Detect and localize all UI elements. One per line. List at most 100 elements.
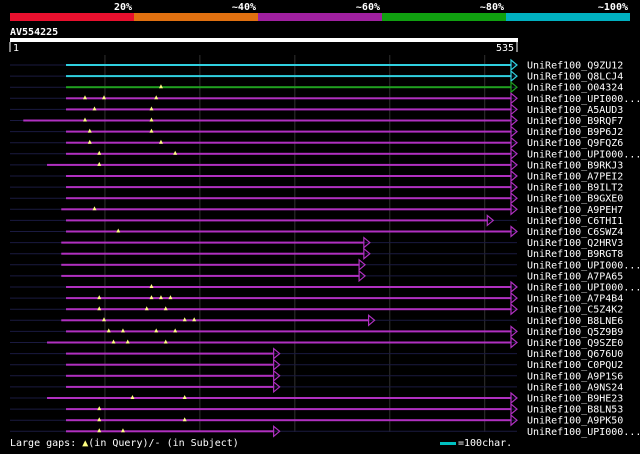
hit-row[interactable]: UniRef100_A7PA65 — [10, 269, 623, 283]
hit-row[interactable]: UniRef100_B9RKJ3 — [10, 158, 623, 172]
hit-label[interactable]: UniRef100_C6THI1 — [527, 216, 623, 227]
hit-bar[interactable] — [66, 186, 512, 189]
hit-label[interactable]: UniRef100_B9RGT8 — [527, 249, 623, 260]
hit-bar[interactable] — [61, 263, 360, 266]
legend-prefix: Large gaps: — [10, 438, 83, 449]
hit-bar[interactable] — [66, 175, 512, 177]
hit-row[interactable]: UniRef100_B9P6J2 — [10, 125, 623, 139]
hit-label[interactable]: UniRef100_UPI000... — [527, 283, 640, 294]
hit-label[interactable]: UniRef100_B9ILT2 — [527, 183, 623, 194]
hit-row[interactable]: UniRef100_A9PEH7 — [10, 203, 623, 216]
hit-row[interactable]: UniRef100_B9ILT2 — [10, 180, 623, 194]
hit-row[interactable]: UniRef100_C0PQU2 — [10, 358, 623, 372]
hit-row[interactable]: UniRef100_Q9FQZ6 — [10, 136, 623, 150]
hit-row[interactable]: UniRef100_C6SWZ4 — [10, 225, 623, 239]
hit-bar[interactable] — [66, 97, 512, 100]
hit-row[interactable]: UniRef100_B8LN53 — [10, 402, 623, 416]
hit-bar[interactable] — [47, 397, 512, 399]
hit-bar[interactable] — [66, 86, 512, 89]
hit-bar[interactable] — [66, 385, 274, 388]
hit-label[interactable]: UniRef100_A7PEI2 — [527, 172, 623, 183]
hit-bar[interactable] — [61, 319, 369, 322]
hit-bar[interactable] — [66, 330, 512, 333]
hit-label[interactable]: UniRef100_Q8LCJ4 — [527, 72, 623, 83]
hit-label[interactable]: UniRef100_B9GXE0 — [527, 194, 623, 205]
hit-row[interactable]: UniRef100_Q8LCJ4 — [10, 69, 623, 83]
hit-row[interactable]: UniRef100_Q5Z9B9 — [10, 325, 623, 338]
hit-bar[interactable] — [66, 64, 512, 66]
hit-label[interactable]: UniRef100_B8LNE6 — [527, 316, 623, 327]
hit-bar[interactable] — [66, 408, 512, 411]
hit-row[interactable]: UniRef100_C6THI1 — [10, 214, 623, 227]
hit-label[interactable]: UniRef100_B9P6J2 — [527, 127, 623, 138]
hit-row[interactable]: UniRef100_C5Z4K2 — [10, 302, 623, 316]
hit-bar[interactable] — [61, 252, 364, 255]
hit-bar[interactable] — [66, 297, 512, 300]
hit-row[interactable]: UniRef100_A5AUD3 — [10, 103, 623, 116]
hit-bar[interactable] — [66, 130, 512, 133]
hit-label[interactable]: UniRef100_Q2HRV3 — [527, 238, 623, 249]
hit-row[interactable]: UniRef100_A7PEI2 — [10, 169, 623, 183]
hit-label[interactable]: UniRef100_A9NS24 — [527, 382, 623, 393]
hit-row[interactable]: UniRef100_A9P1S6 — [10, 369, 623, 383]
hit-label[interactable]: UniRef100_Q9ZU12 — [527, 61, 623, 72]
hit-label[interactable]: UniRef100_UPI000... — [527, 260, 640, 271]
hit-label[interactable]: UniRef100_A7PA65 — [527, 271, 623, 282]
hit-label[interactable]: UniRef100_A5AUD3 — [527, 105, 623, 116]
hit-label[interactable]: UniRef100_UPI000... — [527, 427, 640, 438]
query-end-label: 535 — [496, 43, 514, 54]
hit-label[interactable]: UniRef100_B9HE23 — [527, 394, 623, 405]
hit-row[interactable]: UniRef100_B9RGT8 — [10, 247, 623, 261]
hit-label[interactable]: UniRef100_UPI000... — [527, 94, 640, 105]
hit-row[interactable]: UniRef100_O04324 — [10, 80, 623, 94]
hit-bar[interactable] — [66, 363, 274, 366]
hit-bar[interactable] — [47, 163, 512, 166]
hit-bar[interactable] — [66, 374, 274, 377]
hit-bar[interactable] — [66, 230, 512, 233]
hit-bar[interactable] — [66, 352, 274, 355]
hit-bar[interactable] — [61, 208, 512, 211]
hit-row[interactable]: UniRef100_B8LNE6 — [10, 314, 623, 327]
hit-label[interactable]: UniRef100_B9RKJ3 — [527, 160, 623, 171]
hit-label[interactable]: UniRef100_B9RQF7 — [527, 116, 623, 127]
hit-label[interactable]: UniRef100_Q9FQZ6 — [527, 138, 623, 149]
hit-label[interactable]: UniRef100_A7P4B4 — [527, 294, 623, 305]
hit-bar[interactable] — [66, 108, 512, 111]
hit-row[interactable]: UniRef100_B9GXE0 — [10, 191, 623, 205]
hit-bar[interactable] — [66, 141, 512, 144]
hit-row[interactable]: UniRef100_B9HE23 — [10, 391, 623, 405]
hit-label[interactable]: UniRef100_A9P1S6 — [527, 371, 623, 382]
hit-row[interactable]: UniRef100_A9PK50 — [10, 413, 623, 427]
hit-bar[interactable] — [66, 197, 512, 200]
hit-row[interactable]: UniRef100_Q9ZU12 — [10, 58, 623, 72]
hit-row[interactable]: UniRef100_A7P4B4 — [10, 291, 623, 305]
hit-bar[interactable] — [66, 219, 488, 222]
hit-bar[interactable] — [66, 286, 512, 288]
hit-label[interactable]: UniRef100_Q5Z9B9 — [527, 327, 623, 338]
hit-row[interactable]: UniRef100_B9RQF7 — [10, 114, 623, 128]
hit-bar[interactable] — [61, 241, 364, 244]
hit-label[interactable]: UniRef100_C6SWZ4 — [527, 227, 623, 238]
hit-bar[interactable] — [47, 341, 512, 344]
hit-bar[interactable] — [23, 119, 511, 122]
hit-label[interactable]: UniRef100_B8LN53 — [527, 405, 623, 416]
hit-row[interactable]: UniRef100_Q2HRV3 — [10, 236, 623, 250]
hit-bar[interactable] — [66, 308, 512, 311]
hit-bar[interactable] — [61, 274, 360, 277]
hit-label[interactable]: UniRef100_C5Z4K2 — [527, 305, 623, 316]
identity-scale-labels: 20% ~40% ~60% ~80% ~100% — [114, 2, 628, 13]
hit-bar[interactable] — [66, 152, 512, 155]
hit-label[interactable]: UniRef100_O04324 — [527, 83, 623, 94]
hit-row[interactable]: UniRef100_Q9SZE0 — [10, 336, 623, 350]
hit-bar[interactable] — [66, 75, 512, 78]
hit-label[interactable]: UniRef100_Q676U0 — [527, 349, 623, 360]
hit-bar[interactable] — [66, 430, 274, 433]
hit-label[interactable]: UniRef100_UPI000... — [527, 149, 640, 160]
hit-row[interactable]: UniRef100_Q676U0 — [10, 347, 623, 361]
hit-label[interactable]: UniRef100_Q9SZE0 — [527, 338, 623, 349]
hit-label[interactable]: UniRef100_A9PEH7 — [527, 205, 623, 216]
hit-label[interactable]: UniRef100_C0PQU2 — [527, 360, 623, 371]
hit-row[interactable]: UniRef100_A9NS24 — [10, 380, 623, 394]
hit-label[interactable]: UniRef100_A9PK50 — [527, 416, 623, 427]
hit-bar[interactable] — [66, 419, 512, 422]
